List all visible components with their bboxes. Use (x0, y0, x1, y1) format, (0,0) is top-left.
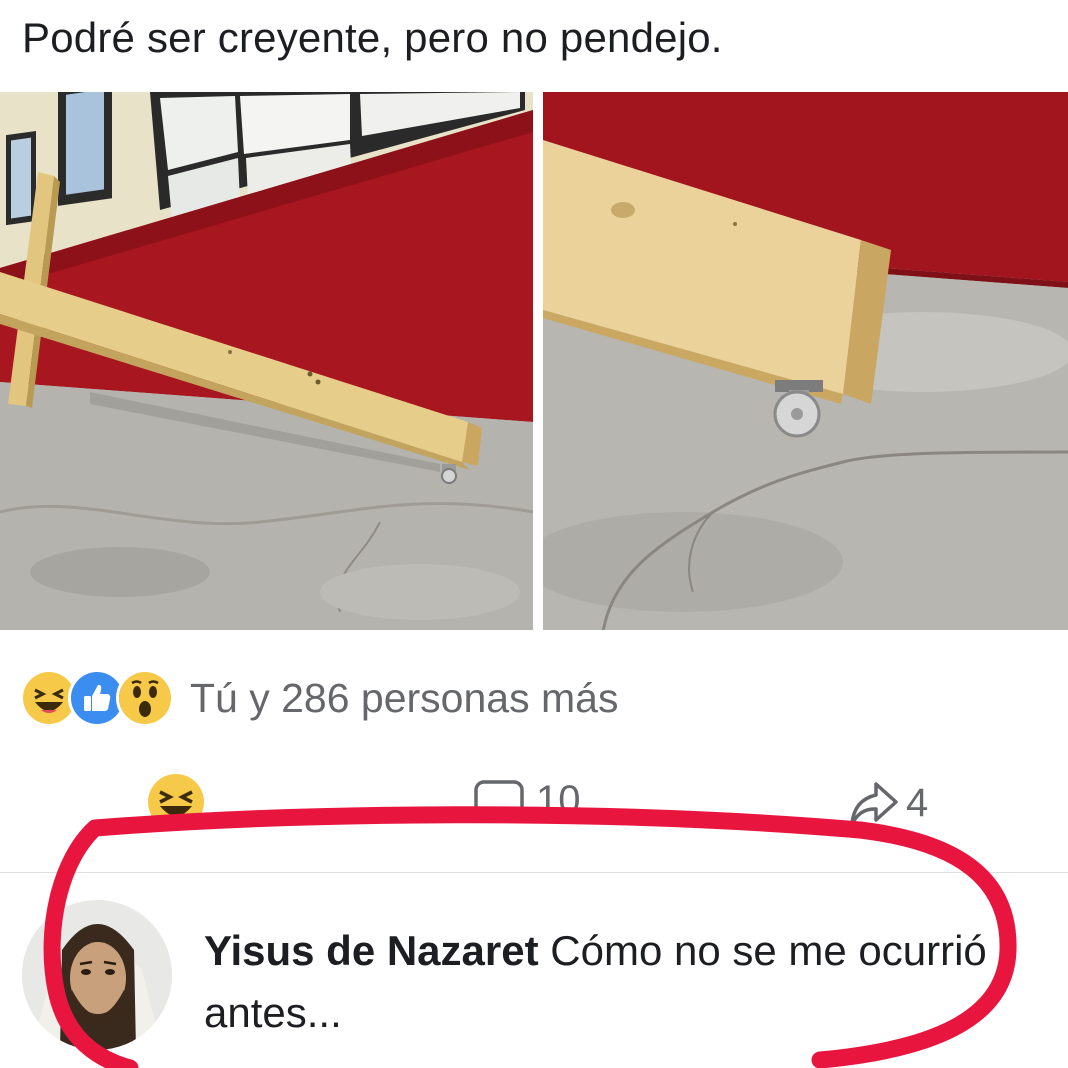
meme-page: Podré ser creyente, pero no pendejo. Tú … (0, 0, 1068, 1068)
share-arrow-icon (850, 782, 898, 826)
share-count: 4 (906, 780, 929, 825)
post-photo-right[interactable] (543, 92, 1068, 630)
reaction-summary[interactable]: Tú y 286 personas más (20, 666, 618, 730)
share-button[interactable]: 4 (846, 778, 928, 828)
post-action-bar: 10 4 (0, 770, 1068, 840)
cross-photo-wide (0, 92, 533, 630)
reaction-count-text: Tú y 286 personas más (190, 674, 619, 721)
wheel-closeup-photo (543, 92, 1068, 630)
comment-author[interactable]: Yisus de Nazaret (204, 927, 539, 974)
post-photo-left[interactable] (0, 92, 533, 630)
react-button[interactable] (144, 770, 208, 830)
comment-divider (0, 872, 1068, 873)
wow-reaction-icon (116, 669, 174, 727)
comment-bubble-icon (474, 780, 524, 818)
avatar-portrait-image (22, 900, 172, 1050)
comment-count: 10 (536, 777, 581, 822)
comment-button[interactable]: 10 (470, 776, 581, 824)
comment-body: Yisus de Nazaret Cómo no se me ocurrió a… (204, 920, 1004, 1044)
laugh-reaction-icon (148, 774, 204, 830)
commenter-avatar[interactable] (22, 900, 172, 1050)
post-text: Podré ser creyente, pero no pendejo. (22, 14, 723, 61)
comment-item: Yisus de Nazaret Cómo no se me ocurrió a… (22, 900, 1062, 1060)
